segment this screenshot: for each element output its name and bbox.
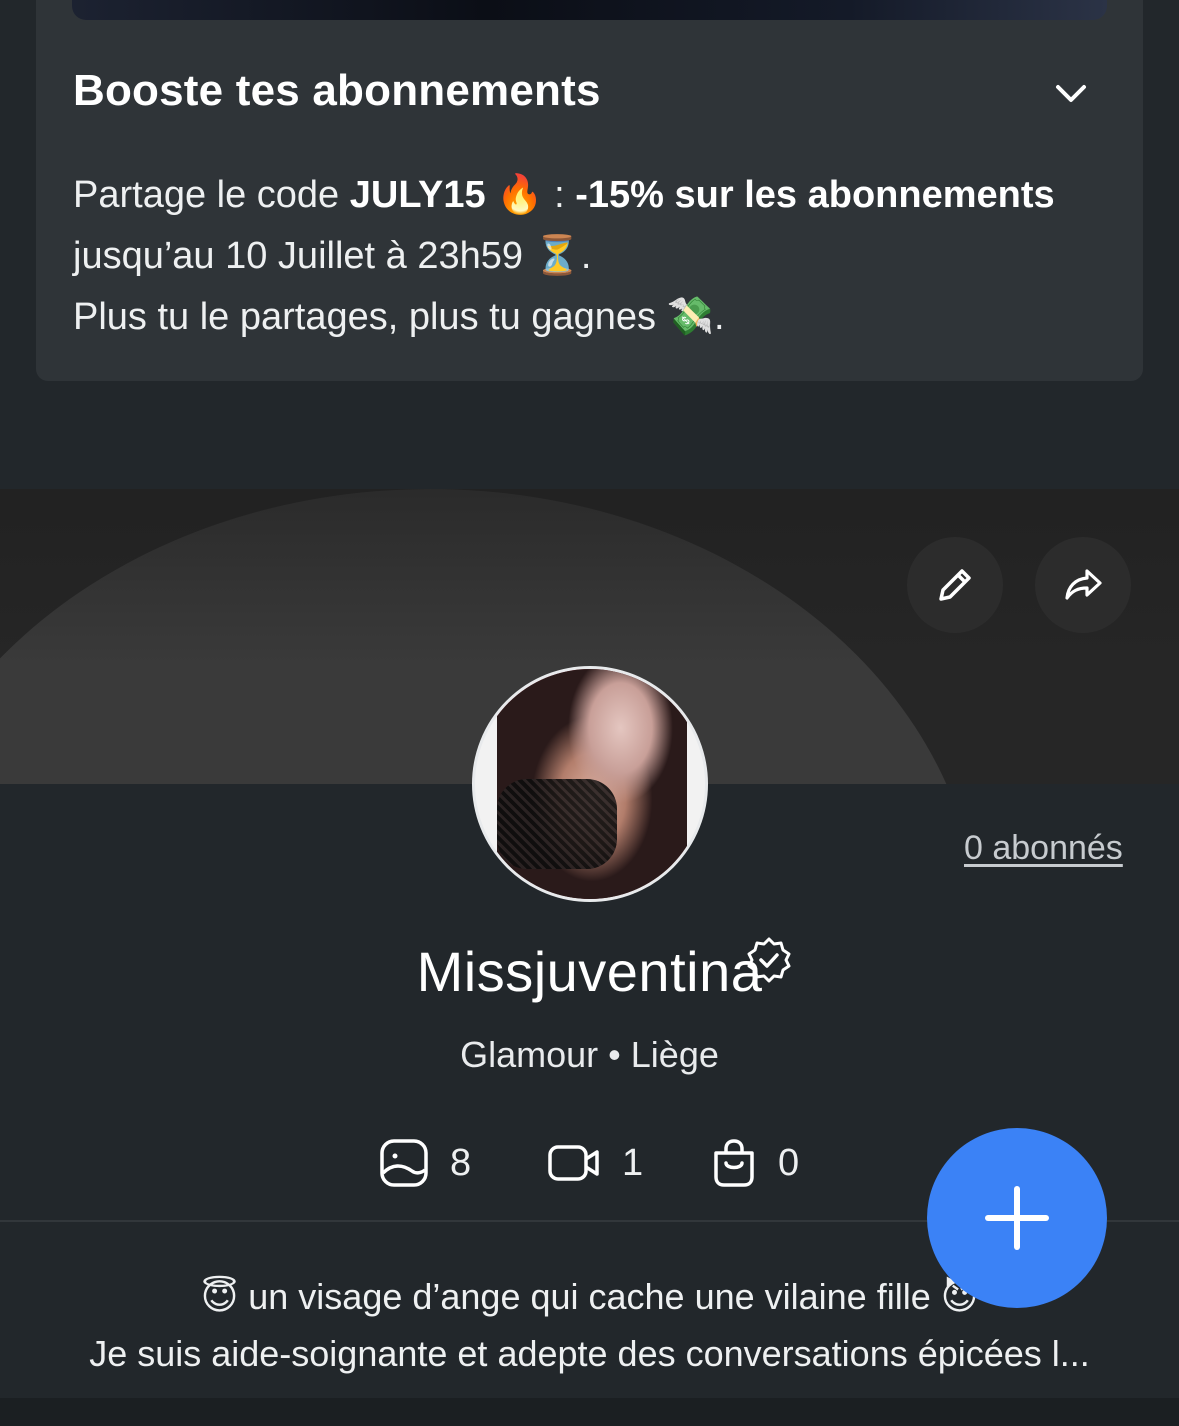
pencil-icon [939, 569, 971, 601]
boost-description: Partage le code JULY15 🔥 : -15% sur les … [73, 164, 1123, 347]
share-icon [1065, 569, 1102, 600]
avatar[interactable] [472, 666, 708, 902]
plus-icon [985, 1186, 1049, 1250]
videos-count-value: 1 [622, 1141, 644, 1184]
fire-emoji: 🔥 [496, 172, 544, 216]
video-icon [548, 1145, 599, 1181]
videos-count[interactable]: 1 [546, 1137, 643, 1189]
money-emoji: 💸 [666, 294, 714, 338]
profile-name: Missjuventina [416, 940, 763, 1003]
create-post-button[interactable] [927, 1128, 1107, 1308]
bio-line-2: Je suis aide-soignante et adepte des con… [89, 1333, 1090, 1374]
verified-badge-icon [747, 937, 791, 983]
boost-period: . [580, 235, 592, 277]
promo-code: JULY15 [349, 174, 486, 216]
edit-profile-button[interactable] [907, 537, 1003, 633]
bio-line-1: un visage d’ange qui cache une vilaine f… [238, 1276, 941, 1317]
top-media-preview[interactable] [72, 0, 1107, 20]
posts-count[interactable]: 8 [378, 1137, 471, 1189]
bottom-bar-edge [0, 1398, 1179, 1426]
profile-category-location: Glamour • Liège [460, 1034, 719, 1075]
shop-count-value: 0 [778, 1141, 800, 1184]
shop-count[interactable]: 0 [710, 1137, 799, 1189]
share-more-text: Plus tu le partages, plus tu gagnes [73, 296, 667, 338]
photo-icon [380, 1139, 428, 1187]
boost-colon: : [543, 174, 576, 216]
angel-emoji: 😇 [200, 1277, 239, 1318]
hourglass-emoji: ⏳ [533, 233, 581, 277]
chevron-down-icon[interactable] [1050, 72, 1092, 114]
followers-link[interactable]: 0 abonnés [964, 829, 1123, 868]
profile-name-row: Missjuventina [0, 939, 1179, 1004]
deadline-text: jusqu’au 10 Juillet à 23h59 [73, 235, 534, 277]
posts-count-value: 8 [450, 1141, 472, 1184]
boost-text-prefix: Partage le code [73, 174, 350, 216]
discount-text: -15% sur les abonnements [575, 174, 1055, 216]
boost-title: Booste tes abonnements [73, 66, 601, 115]
shopping-bag-icon [714, 1139, 754, 1187]
share-profile-button[interactable] [1035, 537, 1131, 633]
share-more-period: . [713, 296, 725, 338]
